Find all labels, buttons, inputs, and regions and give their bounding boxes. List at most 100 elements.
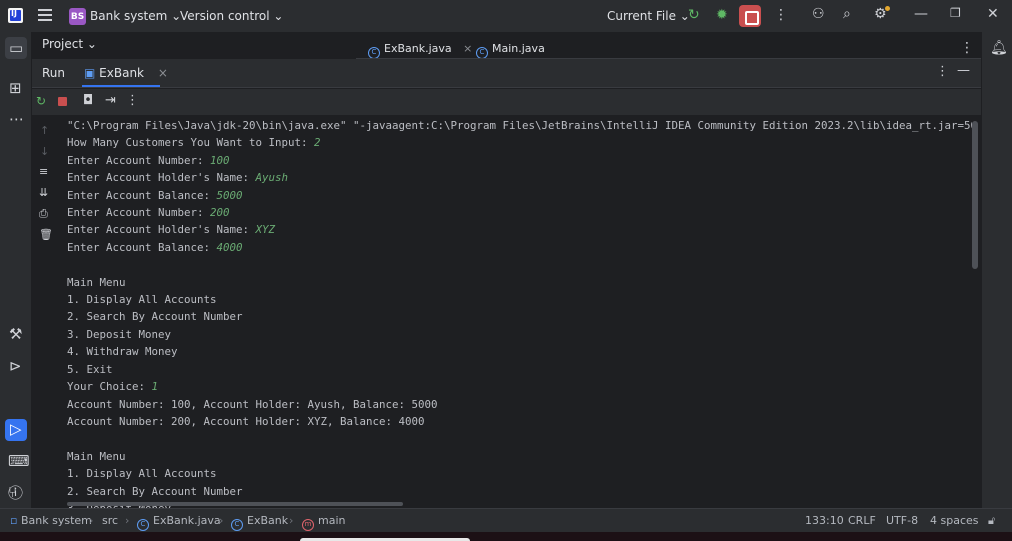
console-line: Enter Account Holder's Name: Ayush [67,169,972,186]
add-user-icon[interactable]: ⚇ [812,7,825,21]
caret-position[interactable]: 133:10 [805,514,844,527]
console-line: "C:\Program Files\Java\jdk-20\bin\java.e… [67,117,972,134]
scroll-to-end-icon[interactable]: ⇊ [39,187,48,198]
stop-icon[interactable] [58,97,67,106]
project-badge[interactable]: BS [69,8,86,25]
intellij-logo-icon[interactable]: IJ [8,8,23,23]
console-text: Enter Account Holder's Name: [67,171,256,185]
services-icon[interactable]: ⊳ [9,359,22,374]
console-text: Your Choice: [67,380,152,394]
console-line: How Many Customers You Want to Input: 2 [67,134,972,151]
chevron-right-icon: › [289,514,294,527]
console-text: Main Menu [67,449,126,463]
notifications-bell-icon[interactable]: 🔔︎ [990,41,1008,55]
crumb-src[interactable]: src [102,514,118,527]
more-icon[interactable]: ⋮ [126,94,139,107]
console-text: 5. Exit [67,362,113,376]
lock-icon[interactable]: 🔓︎ [988,514,995,528]
soft-wrap-icon[interactable]: ≡ [39,166,48,177]
run-tool-window: Run ▣ ExBank × ⋮ — ↻ ◘ ⇥ ⋮ ↑ ↓ ≡ ⇊ ⎙ 🗑︎ … [32,59,981,508]
hide-icon[interactable]: — [957,64,970,77]
indent-setting[interactable]: 4 spaces [930,514,979,527]
run-tab-exbank[interactable]: ▣ ExBank × [84,66,168,80]
more-tools-icon[interactable]: ⋯ [9,112,24,127]
vertical-scrollbar[interactable] [972,121,978,269]
user-input: 100 [210,153,230,167]
user-input: 1 [151,380,159,394]
tabs-more-icon[interactable]: ⋮ [960,41,974,55]
close-icon[interactable]: ✕ [987,7,999,21]
run-window-title: Run [42,66,66,80]
chevron-right-icon: › [219,514,224,527]
title-bar: IJ BS Bank system ⌄ Version control ⌄ Cu… [0,0,1012,32]
console-line: Main Menu [67,448,972,465]
console-line: Your Choice: 1 [67,378,972,395]
console-line: 1. Display All Accounts [67,465,972,482]
method-icon: m [302,519,314,531]
horizontal-scrollbar[interactable] [67,502,403,506]
main-menu-icon[interactable] [38,9,52,21]
structure-icon[interactable]: ⊞ [9,81,22,96]
project-panel-header[interactable]: Project ⌄ [42,37,97,51]
search-icon[interactable]: ⌕ [843,7,851,21]
console-text: Enter Account Balance: [67,240,217,254]
console-line: 2. Search By Account Number [67,483,972,500]
folder-icon[interactable]: ▭ [9,41,23,56]
exit-icon[interactable]: ⇥ [105,94,116,107]
console-line: Account Number: 100, Account Holder: Ayu… [67,396,972,413]
close-tab-icon[interactable]: × [463,42,472,55]
user-input: Ayush [255,171,289,185]
tab-main-java[interactable]: C Main.java [476,42,545,59]
rerun-icon[interactable]: ↻ [36,95,46,107]
scroll-up-icon[interactable]: ↑ [40,125,49,136]
console-line: Enter Account Number: 200 [67,204,972,221]
console-text: Enter Account Balance: [67,188,217,202]
trash-icon[interactable]: 🗑︎ [39,229,53,240]
class-icon: C [231,519,243,531]
module-icon: ▫ [10,514,18,527]
more-actions-icon[interactable]: ⋮ [774,8,788,22]
user-input: XYZ [255,223,276,237]
console-text: 1. Display All Accounts [67,467,217,481]
restore-icon[interactable]: ❐ [950,7,961,19]
user-input: 2 [314,136,321,150]
terminal-icon[interactable]: ⌨ [8,454,30,469]
camera-icon[interactable]: ◘ [83,94,93,107]
editor-tabs: C ExBank.java × C Main.java ⋮ [356,32,981,59]
console-text: Enter Account Number: [67,206,211,220]
console-text: Account Number: 100, Account Holder: Ayu… [67,397,438,411]
stop-button[interactable] [739,5,761,27]
run-play-icon[interactable]: ▷ [10,422,22,437]
run-config-icon: ▣ [84,66,96,80]
console-output[interactable]: "C:\Program Files\Java\jdk-20\bin\java.e… [67,117,972,508]
project-selector[interactable]: Bank system ⌄ [90,9,181,23]
console-text: "C:\Program Files\Java\jdk-20\bin\java.e… [67,119,972,132]
crumb-class[interactable]: C ExBank [231,514,288,531]
build-hammer-icon[interactable]: ⚒ [9,327,22,342]
console-line: Enter Account Holder's Name: XYZ [67,221,972,238]
console-line: 3. Deposit Money [67,326,972,343]
version-control-selector[interactable]: Version control ⌄ [180,9,283,23]
console-line: 5. Exit [67,361,972,378]
print-icon[interactable]: ⎙ [39,208,48,219]
crumb-file[interactable]: C ExBank.java [137,514,221,531]
minimize-icon[interactable]: — [914,7,928,21]
console-line: 1. Display All Accounts [67,291,972,308]
rerun-icon[interactable]: ↻ [688,8,700,22]
status-bar: ▫ Bank system › src › C ExBank.java › C Ex… [0,508,1012,532]
close-tab-icon[interactable]: × [158,66,168,80]
left-tool-stripe: ▭ ⊞ ⋯ ⚒ ⊳ ▷ ⌨ ⓘ ⑂ [0,32,32,508]
crumb-project[interactable]: ▫ Bank system [10,514,92,527]
file-encoding[interactable]: UTF-8 [886,514,918,527]
tab-exbank-java[interactable]: C ExBank.java × [368,42,472,59]
crumb-method[interactable]: m main [302,514,345,531]
notification-dot [885,6,890,11]
line-separator[interactable]: CRLF [848,514,876,527]
scroll-down-icon[interactable]: ↓ [40,146,49,157]
run-config-selector[interactable]: Current File ⌄ [607,9,690,23]
git-branch-icon[interactable]: ⑂ [8,485,17,500]
debug-icon[interactable]: ✹ [716,8,728,22]
console-line: Enter Account Balance: 5000 [67,187,972,204]
options-icon[interactable]: ⋮ [936,65,949,78]
